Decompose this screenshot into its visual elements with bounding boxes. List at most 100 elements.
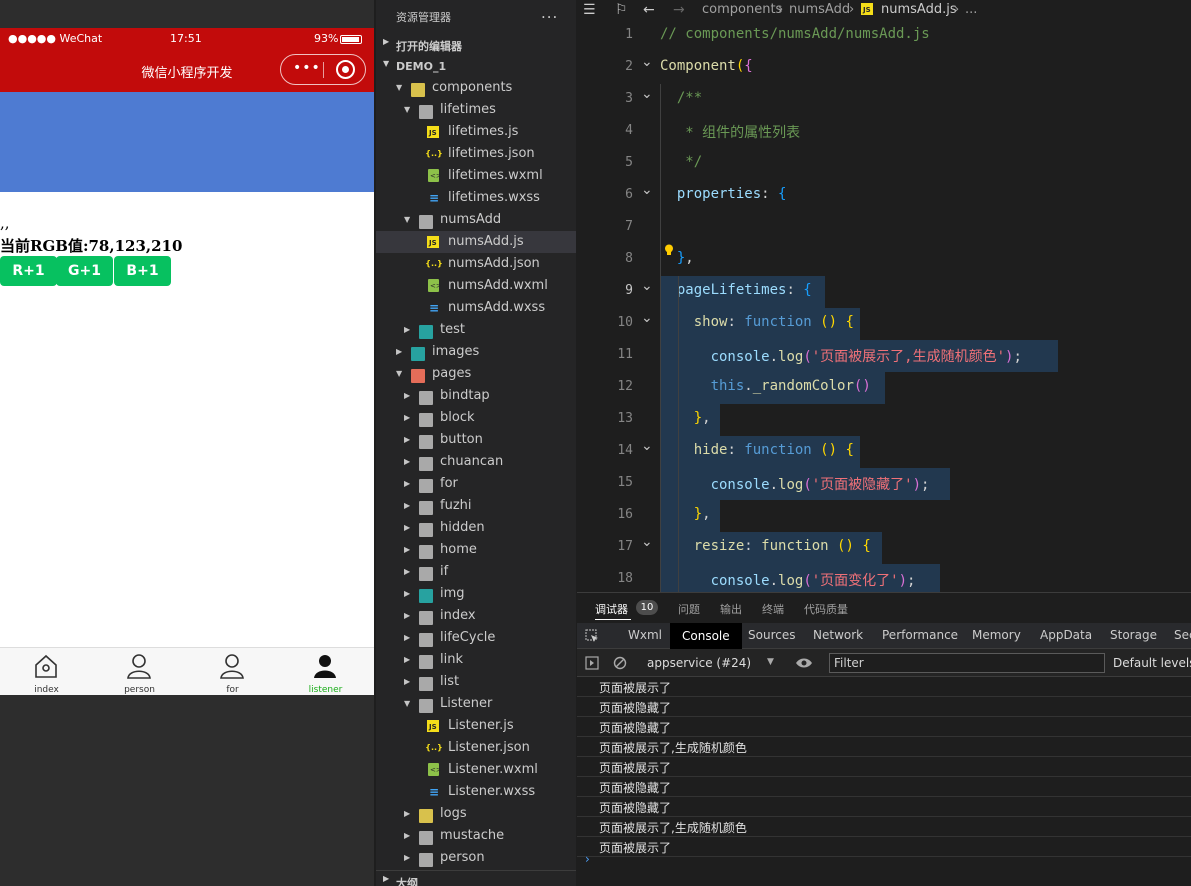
tree-folder[interactable]: ▼ pages [376, 363, 576, 385]
code-line[interactable]: 2 ⌄ Component({ [577, 52, 1191, 84]
r-plus-button[interactable]: R+1 [0, 256, 57, 286]
code-line[interactable]: 3 ⌄ /** [577, 84, 1191, 116]
lightbulb-icon[interactable] [664, 244, 674, 256]
tree-file[interactable]: {..} Listener.json [376, 737, 576, 759]
fold-chevron-icon[interactable]: ⌄ [641, 534, 653, 550]
console-prompt-icon[interactable]: › [585, 852, 590, 866]
tree-folder[interactable]: ▶ logs [376, 803, 576, 825]
tree-folder[interactable]: ▶ hidden [376, 517, 576, 539]
context-selector[interactable]: appservice (#24) [647, 656, 751, 670]
code-line[interactable]: 4 * 组件的属性列表 [577, 116, 1191, 148]
devtools-tab-console[interactable]: Console [670, 623, 742, 649]
tree-folder[interactable]: ▶ test [376, 319, 576, 341]
devtools-tab-storage[interactable]: Storage [1110, 628, 1157, 642]
fold-chevron-icon[interactable]: ⌄ [641, 438, 653, 454]
tree-file[interactable]: numsAdd.wxml [376, 275, 576, 297]
tree-file[interactable]: numsAdd.js [376, 231, 576, 253]
fold-chevron-icon[interactable]: ⌄ [641, 86, 653, 102]
tree-folder[interactable]: ▶ fuzhi [376, 495, 576, 517]
tab-output[interactable]: 输出 [720, 601, 742, 617]
console-filter-input[interactable] [829, 653, 1105, 673]
code-line[interactable]: 10 ⌄ show: function () { [577, 308, 1191, 340]
code-line[interactable]: 9 ⌄ pageLifetimes: { [577, 276, 1191, 308]
back-arrow-icon[interactable]: ← [643, 2, 655, 18]
outline-section[interactable]: ▶ 大纲 [376, 870, 576, 886]
tree-file[interactable]: ≡ Listener.wxss [376, 781, 576, 803]
tree-file[interactable]: Listener.js [376, 715, 576, 737]
tree-folder[interactable]: ▼ lifetimes [376, 99, 576, 121]
tree-file[interactable]: lifetimes.js [376, 121, 576, 143]
list-icon[interactable]: ☰ [583, 2, 596, 18]
code-line[interactable]: 5 */ [577, 148, 1191, 180]
tree-file[interactable]: ≡ lifetimes.wxss [376, 187, 576, 209]
tab-problems[interactable]: 问题 [678, 601, 700, 617]
tree-folder[interactable]: ▼ numsAdd [376, 209, 576, 231]
tree-folder[interactable]: ▼ components [376, 77, 576, 99]
eye-icon[interactable] [795, 657, 813, 669]
clear-console-icon[interactable] [613, 656, 627, 670]
code-line[interactable]: 7 [577, 212, 1191, 244]
open-editors-section[interactable]: ▶ 打开的编辑器 [376, 33, 576, 55]
tree-folder[interactable]: ▶ mustache [376, 825, 576, 847]
more-actions-icon[interactable]: ... [541, 4, 558, 22]
breadcrumb-item[interactable]: components [702, 2, 782, 17]
bookmark-icon[interactable]: ⚐ [615, 2, 628, 18]
g-plus-button[interactable]: G+1 [56, 256, 113, 286]
tree-folder[interactable]: ▶ list [376, 671, 576, 693]
tree-folder[interactable]: ▶ person [376, 847, 576, 869]
tree-folder[interactable]: ▶ link [376, 649, 576, 671]
tree-folder[interactable]: ▼ Listener [376, 693, 576, 715]
tab-terminal[interactable]: 终端 [762, 601, 784, 617]
breadcrumb-item[interactable]: numsAdd [789, 2, 850, 17]
tree-file[interactable]: Listener.wxml [376, 759, 576, 781]
devtools-tab-appdata[interactable]: AppData [1040, 628, 1092, 642]
log-levels-dropdown[interactable]: Default levels [1113, 656, 1191, 670]
tree-file[interactable]: lifetimes.wxml [376, 165, 576, 187]
tab-code-quality[interactable]: 代码质量 [804, 601, 848, 617]
tree-file[interactable]: ≡ numsAdd.wxss [376, 297, 576, 319]
tab-debugger[interactable]: 调试器 [595, 601, 628, 617]
fold-chevron-icon[interactable]: ⌄ [641, 182, 653, 198]
inspect-element-icon[interactable] [585, 629, 599, 643]
fold-chevron-icon[interactable]: ⌄ [641, 278, 653, 294]
b-plus-button[interactable]: B+1 [114, 256, 171, 286]
code-line[interactable]: 6 ⌄ properties: { [577, 180, 1191, 212]
code-line[interactable]: 13 }, [577, 404, 1191, 436]
fold-chevron-icon[interactable]: ⌄ [641, 310, 653, 326]
code-line[interactable]: 14 ⌄ hide: function () { [577, 436, 1191, 468]
sidebar-toggle-icon[interactable] [585, 656, 599, 670]
tree-folder[interactable]: ▶ button [376, 429, 576, 451]
breadcrumb-item[interactable]: numsAdd.js [881, 2, 957, 17]
tab-listener[interactable]: listener [279, 648, 372, 696]
tree-folder[interactable]: ▶ lifeCycle [376, 627, 576, 649]
code-line[interactable]: 17 ⌄ resize: function () { [577, 532, 1191, 564]
tree-folder[interactable]: ▶ img [376, 583, 576, 605]
tree-folder[interactable]: ▶ if [376, 561, 576, 583]
code-line[interactable]: 16 }, [577, 500, 1191, 532]
code-line[interactable]: 1 // components/numsAdd/numsAdd.js [577, 20, 1191, 52]
tree-folder[interactable]: ▶ index [376, 605, 576, 627]
breadcrumb-item[interactable]: ... [965, 2, 977, 17]
code-line[interactable]: 12 this._randomColor() [577, 372, 1191, 404]
close-miniprogram-icon[interactable] [336, 60, 355, 79]
devtools-tab-memory[interactable]: Memory [972, 628, 1021, 642]
devtools-tab-security[interactable]: Sec [1174, 628, 1191, 642]
tree-folder[interactable]: ▶ home [376, 539, 576, 561]
tab-for[interactable]: for [186, 648, 279, 696]
forward-arrow-icon[interactable]: → [673, 2, 685, 18]
code-editor[interactable]: ☰ ⚐ ← → components › numsAdd › numsAdd.j… [577, 0, 1191, 592]
devtools-tab-wxml[interactable]: Wxml [628, 628, 662, 642]
tree-folder[interactable]: ▶ bindtap [376, 385, 576, 407]
tab-person[interactable]: person [93, 648, 186, 696]
tree-folder[interactable]: ▶ chuancan [376, 451, 576, 473]
tree-folder[interactable]: ▶ images [376, 341, 576, 363]
code-line[interactable]: 15 console.log('页面被隐藏了'); [577, 468, 1191, 500]
more-button[interactable]: ••• [293, 60, 321, 76]
code-line[interactable]: 18 console.log('页面变化了'); [577, 564, 1191, 592]
devtools-tab-performance[interactable]: Performance [882, 628, 958, 642]
devtools-tab-sources[interactable]: Sources [748, 628, 795, 642]
tree-file[interactable]: {..} numsAdd.json [376, 253, 576, 275]
code-line[interactable]: 11 console.log('页面被展示了,生成随机颜色'); [577, 340, 1191, 372]
devtools-tab-network[interactable]: Network [813, 628, 863, 642]
project-section[interactable]: ▼ DEMO_1 [376, 55, 576, 77]
